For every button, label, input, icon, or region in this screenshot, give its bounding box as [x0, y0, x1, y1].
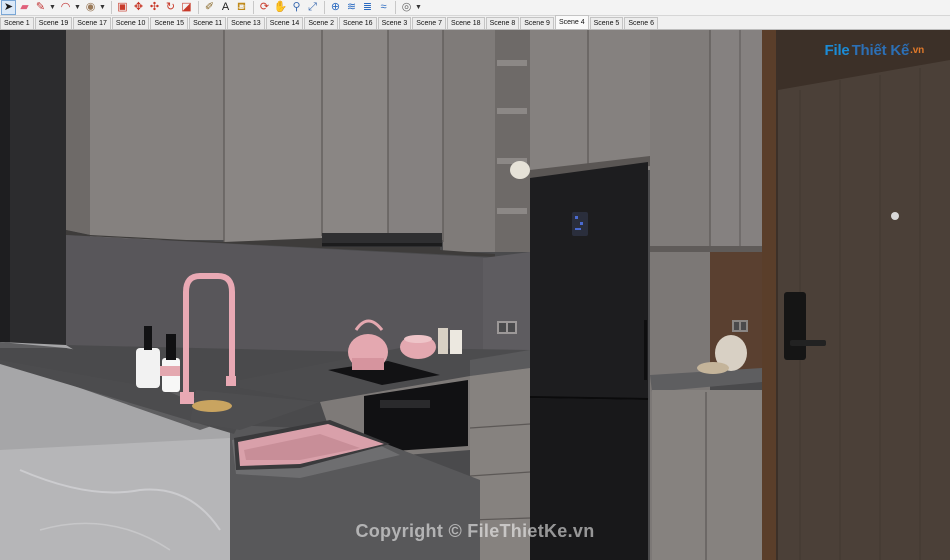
orbit-icon[interactable]: ⟳	[257, 0, 272, 15]
scene-tab[interactable]: Scene 3	[377, 17, 412, 29]
toolbar-separator	[324, 1, 325, 14]
kitchen-render	[0, 30, 950, 560]
sandbox-icon[interactable]: ≈	[376, 0, 391, 15]
open-shelf	[495, 30, 530, 252]
zoom-icon[interactable]: ⚲	[289, 0, 304, 15]
scene-tab[interactable]: Scene 16	[339, 17, 377, 29]
scene-tab[interactable]: Scene 6	[624, 17, 658, 29]
entry-door	[762, 30, 950, 560]
arc-icon[interactable]: ◠	[58, 0, 73, 15]
scene-tab[interactable]: Scene 1	[0, 17, 34, 29]
scene-tab[interactable]: Scene 10	[111, 17, 150, 29]
refrigerator	[529, 162, 649, 560]
text-icon[interactable]: A	[218, 0, 233, 15]
scene-tab[interactable]: Scene 11	[189, 17, 227, 29]
scene-tab[interactable]: Scene 18	[446, 17, 485, 29]
chevron-down-icon[interactable]: ▼	[74, 4, 81, 11]
fridge-cabinet	[530, 30, 650, 180]
paint-bucket-icon[interactable]: ⛾	[234, 0, 249, 15]
logo-text-domain: .vn	[910, 45, 924, 56]
3d-viewport[interactable]: File Thiết Kế .vn Copyright © FileThietK…	[0, 30, 950, 560]
scene-tab[interactable]: Scene 5	[589, 17, 624, 29]
toolbar-separator	[111, 1, 112, 14]
select-arrow-icon[interactable]: ➤	[1, 0, 16, 15]
follow-me-icon[interactable]: ↻	[163, 0, 178, 15]
logo-text-file: File	[824, 42, 850, 59]
eraser-icon[interactable]: ▰	[17, 0, 32, 15]
scene-tab[interactable]: Scene 2	[304, 17, 338, 29]
layers-icon[interactable]: ≣	[360, 0, 375, 15]
chevron-down-icon[interactable]: ▼	[99, 4, 106, 11]
search-warehouse-icon[interactable]: ⊕	[328, 0, 343, 15]
scene-tabs-bar: Scene 1 Scene 19 Scene 17 Scene 10 Scene 15 S…	[0, 15, 950, 30]
tape-measure-icon[interactable]: ✐	[202, 0, 217, 15]
tall-cabinet-right	[650, 30, 762, 560]
scene-tab[interactable]: Scene 8	[485, 17, 520, 29]
scene-tab[interactable]: Scene 7	[412, 17, 446, 29]
push-pull-icon[interactable]: ▣	[115, 0, 130, 15]
scene-tab[interactable]: Scene 19	[34, 17, 73, 29]
move-icon[interactable]: ✥	[131, 0, 146, 15]
scale-icon[interactable]: ◪	[179, 0, 194, 15]
main-toolbar: ➤ ▰ ✎ ▼ ◠ ▼ ◉ ▼ ▣ ✥ ✣ ↻ ◪ ✐ A ⛾ ⟳ ✋ ⚲ ⤢ ⊕ ≋ ≣ ≈ ◎ ▼	[0, 0, 950, 16]
extension-icon[interactable]: ≋	[344, 0, 359, 15]
toolbar-separator	[198, 1, 199, 14]
site-logo: File Thiết Kế .vn	[824, 42, 925, 59]
scene-tab[interactable]: Scene 14	[265, 17, 304, 29]
toolbar-separator	[253, 1, 254, 14]
pot	[400, 335, 436, 359]
copyright-watermark: Copyright © FileThietKe.vn	[355, 521, 595, 541]
scene-tab[interactable]: Scene 9	[520, 17, 554, 29]
scene-tab[interactable]: Scene 4	[554, 15, 589, 29]
zoom-extents-icon[interactable]: ⤢	[305, 0, 320, 15]
logo-text-thietke: Thiết Kế	[851, 42, 910, 59]
scene-tab[interactable]: Scene 15	[150, 17, 189, 29]
rotate-icon[interactable]: ✣	[147, 0, 162, 15]
chevron-down-icon[interactable]: ▼	[49, 4, 56, 11]
toolbar-separator	[395, 1, 396, 14]
upper-cabinets	[66, 30, 495, 257]
account-icon[interactable]: ◎	[399, 0, 414, 15]
shapes-icon[interactable]: ◉	[83, 0, 98, 15]
pencil-icon[interactable]: ✎	[33, 0, 48, 15]
chevron-down-icon[interactable]: ▼	[415, 4, 422, 11]
scene-tab[interactable]: Scene 17	[73, 17, 111, 29]
pan-icon[interactable]: ✋	[273, 0, 288, 15]
scene-tab[interactable]: Scene 13	[227, 17, 265, 29]
